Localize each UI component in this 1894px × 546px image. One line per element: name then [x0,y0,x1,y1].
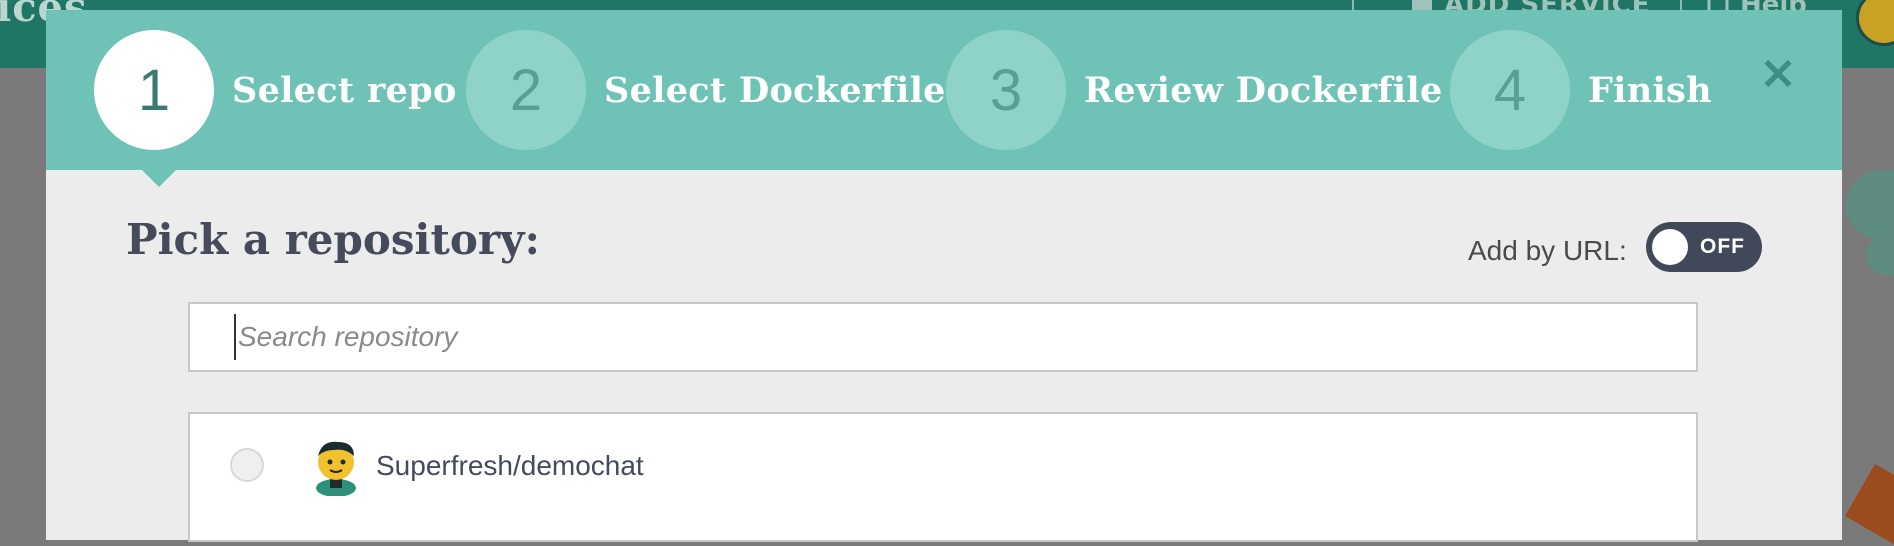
background-decoration [1845,464,1894,546]
background-decoration [1846,170,1894,240]
add-by-url-toggle[interactable]: OFF [1646,222,1762,272]
step-label: Select repo [232,69,457,111]
step-review-dockerfile[interactable]: 3 Review Dockerfile [946,30,1443,150]
step-label: Select Dockerfile [604,69,946,111]
page-title: Pick a repository: [126,215,540,264]
step-select-repo[interactable]: 1 Select repo [94,30,457,150]
search-box [188,302,1698,372]
list-item[interactable]: Superfresh/demochat [190,414,1696,514]
repository-list: Superfresh/demochat [188,412,1698,542]
active-step-pointer [142,170,176,187]
toggle-state-label: OFF [1700,235,1745,258]
step-number: 4 [1450,30,1570,150]
step-select-dockerfile[interactable]: 2 Select Dockerfile [466,30,946,150]
add-service-modal: 1 Select repo 2 Select Dockerfile 3 Revi… [46,10,1842,542]
repo-radio-button[interactable] [230,448,264,482]
repo-owner-avatar [316,441,356,496]
search-input[interactable] [234,314,1640,360]
step-label: Finish [1588,69,1712,111]
step-label: Review Dockerfile [1084,69,1443,111]
wizard-steps-bar: 1 Select repo 2 Select Dockerfile 3 Revi… [46,10,1842,170]
step-number: 1 [94,30,214,150]
step-finish[interactable]: 4 Finish [1450,30,1712,150]
add-by-url-label: Add by URL: [1468,235,1627,266]
step-number: 3 [946,30,1066,150]
repo-name: Superfresh/demochat [376,450,644,481]
step-number: 2 [466,30,586,150]
close-icon[interactable]: × [1756,45,1800,99]
background-decoration [1866,235,1894,275]
toggle-knob [1652,229,1688,265]
